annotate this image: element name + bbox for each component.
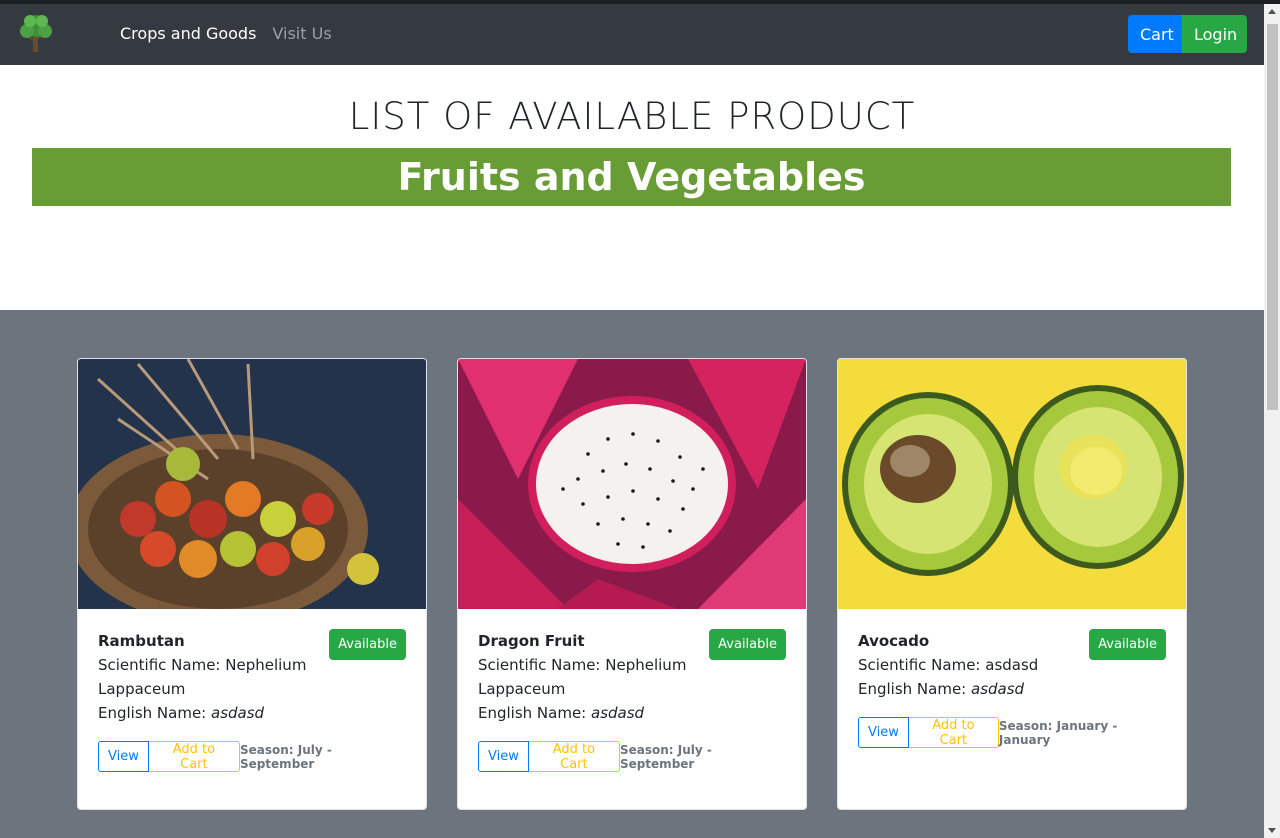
- dragon-fruit-photo: [458, 359, 806, 609]
- scientific-name-label: Scientific Name:: [858, 656, 986, 674]
- add-to-cart-button[interactable]: Add to Cart: [528, 741, 620, 772]
- navbar: Crops and Goods Visit Us Cart Login: [0, 4, 1264, 65]
- product-card-rambutan: Rambutan Scientific Name: Nephelium Lapp…: [77, 358, 427, 810]
- nav-button-group: Cart Login: [1128, 15, 1247, 53]
- english-name-label: English Name:: [98, 704, 212, 722]
- product-list: Rambutan Scientific Name: Nephelium Lapp…: [0, 310, 1264, 838]
- product-scientific-name: Scientific Name: Nephelium Lappaceum: [478, 653, 708, 701]
- add-to-cart-button[interactable]: Add to Cart: [148, 741, 240, 772]
- product-actions: View Add to Cart Season: January - Janua…: [858, 717, 1166, 748]
- category-banner-title: Fruits and Vegetables: [397, 155, 866, 199]
- scroll-down-arrow-icon[interactable]: [1268, 828, 1276, 833]
- add-to-cart-button[interactable]: Add to Cart: [908, 717, 999, 748]
- scrollbar-thumb[interactable]: [1267, 24, 1278, 410]
- nav-link-visit-us[interactable]: Visit Us: [272, 24, 331, 43]
- product-scientific-name: Scientific Name: asdasd: [858, 653, 1088, 677]
- view-button[interactable]: View: [478, 741, 529, 772]
- avocado-photo: [838, 359, 1186, 609]
- scroll-up-arrow-icon[interactable]: [1268, 9, 1276, 14]
- cart-button[interactable]: Cart: [1128, 15, 1182, 53]
- product-english-name: English Name: asdasd: [858, 677, 1088, 701]
- english-name-label: English Name:: [478, 704, 592, 722]
- availability-badge: Available: [1089, 629, 1166, 660]
- nav-link-crops-and-goods[interactable]: Crops and Goods: [120, 24, 256, 43]
- product-actions: View Add to Cart Season: July - Septembe…: [478, 741, 786, 772]
- english-name-value: asdasd: [591, 704, 645, 722]
- english-name-value: asdasd: [211, 704, 265, 722]
- product-season: Season: July - September: [239, 742, 332, 771]
- page-header: LIST OF AVAILABLE PRODUCT Fruits and Veg…: [0, 65, 1264, 310]
- product-season: Season: July - September: [619, 742, 712, 771]
- view-button[interactable]: View: [858, 717, 909, 748]
- rambutan-photo: [78, 359, 426, 609]
- product-actions: View Add to Cart Season: July - Septembe…: [98, 741, 406, 772]
- scientific-name-label: Scientific Name:: [478, 656, 606, 674]
- english-name-label: English Name:: [858, 680, 972, 698]
- product-season: Season: January - January: [998, 718, 1118, 747]
- product-card-dragon-fruit: Dragon Fruit Scientific Name: Nephelium …: [457, 358, 807, 810]
- page-title: LIST OF AVAILABLE PRODUCT: [348, 95, 916, 138]
- tree-logo-icon[interactable]: [16, 12, 56, 54]
- product-english-name: English Name: asdasd: [478, 701, 708, 725]
- scientific-name-value: asdasd: [985, 656, 1039, 674]
- category-banner: Fruits and Vegetables: [32, 148, 1231, 206]
- vertical-scrollbar[interactable]: [1264, 4, 1280, 838]
- product-card-avocado: Avocado Scientific Name: asdasd English …: [837, 358, 1187, 810]
- login-button[interactable]: Login: [1182, 15, 1247, 53]
- view-button[interactable]: View: [98, 741, 149, 772]
- availability-badge: Available: [329, 629, 406, 660]
- product-scientific-name: Scientific Name: Nephelium Lappaceum: [98, 653, 328, 701]
- english-name-value: asdasd: [971, 680, 1025, 698]
- product-english-name: English Name: asdasd: [98, 701, 328, 725]
- scientific-name-label: Scientific Name:: [98, 656, 226, 674]
- availability-badge: Available: [709, 629, 786, 660]
- nav-links: Crops and Goods Visit Us: [120, 24, 332, 43]
